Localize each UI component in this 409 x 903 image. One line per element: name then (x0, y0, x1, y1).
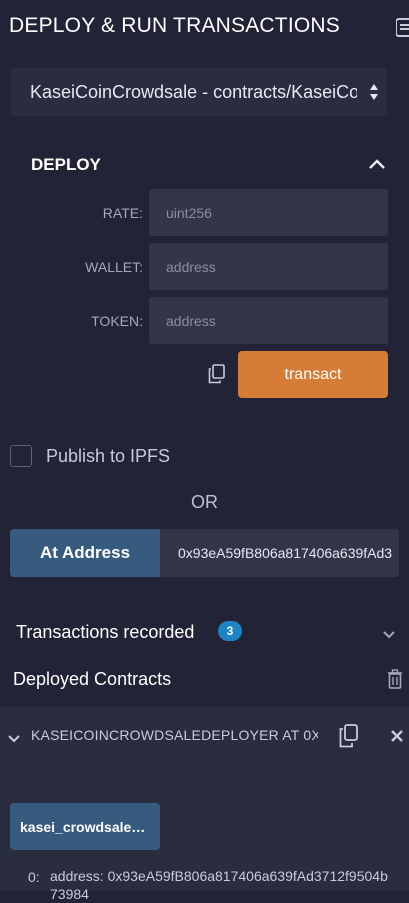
wallet-input[interactable]: address (149, 243, 388, 290)
publish-ipfs-label: Publish to IPFS (46, 446, 171, 466)
output-index: 0: (28, 869, 40, 885)
at-address-button[interactable]: At Address (10, 529, 160, 577)
function-button-label: kasei_crowdsale_address (20, 818, 150, 835)
token-label: TOKEN: (91, 313, 143, 329)
transactions-count-badge: 3 (218, 621, 242, 641)
rate-label: RATE: (102, 205, 143, 221)
select-arrows-icon (370, 84, 378, 100)
kasei-crowdsale-address-button[interactable]: kasei_crowdsale_address (10, 803, 160, 850)
at-address-input[interactable]: 0x93eA59fB806a817406a639fAd3 (160, 529, 399, 577)
rate-input-placeholder: uint256 (166, 204, 212, 221)
chevron-up-icon[interactable] (367, 157, 387, 171)
token-input[interactable]: address (149, 297, 388, 344)
or-divider: OR (191, 492, 218, 512)
panel-title: DEPLOY & RUN TRANSACTIONS (9, 14, 340, 37)
deploy-section-title: DEPLOY (31, 155, 101, 174)
trash-icon[interactable] (387, 669, 403, 689)
copy-icon[interactable] (207, 364, 227, 384)
token-input-placeholder: address (166, 312, 216, 329)
output-value: address: 0x93eA59fB806a817406a639fAd3712… (50, 868, 388, 902)
chevron-down-icon[interactable] (382, 627, 396, 639)
deployed-instance-name: KASEICOINCROWDSALEDEPLOYER AT 0X93E... (31, 727, 318, 743)
contract-select-value: KaseiCoinCrowdsale - contracts/KaseiCoin… (30, 81, 357, 102)
publish-ipfs-checkbox[interactable] (10, 445, 32, 467)
transactions-recorded-label[interactable]: Transactions recorded (16, 622, 194, 643)
instance-chevron-down-icon[interactable] (7, 731, 21, 743)
at-address-value: 0x93eA59fB806a817406a639fAd3 (178, 545, 393, 561)
instance-copy-icon[interactable] (338, 724, 360, 748)
transact-button[interactable]: transact (238, 351, 388, 398)
wallet-input-placeholder: address (166, 258, 216, 275)
deployed-contracts-label: Deployed Contracts (13, 669, 172, 689)
close-icon[interactable] (390, 729, 404, 743)
rate-input[interactable]: uint256 (149, 189, 388, 236)
contract-select[interactable]: KaseiCoinCrowdsale - contracts/KaseiCoin… (10, 68, 387, 116)
menu-icon[interactable] (396, 18, 409, 38)
wallet-label: WALLET: (85, 259, 143, 275)
